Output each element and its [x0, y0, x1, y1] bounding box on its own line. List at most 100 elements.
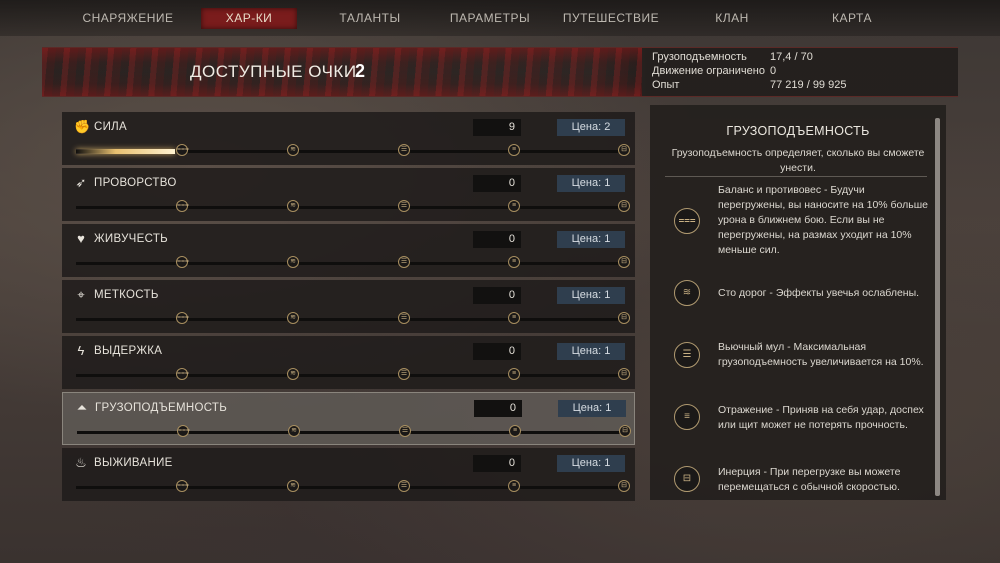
runner-icon: ➶ [75, 175, 87, 190]
attribute-cost-button[interactable]: Цена: 1 [557, 175, 625, 192]
tab-parameters[interactable]: ПАРАМЕТРЫ [440, 8, 540, 29]
top-navigation: СНАРЯЖЕНИЕ ХАР-КИ ТАЛАНТЫ ПАРАМЕТРЫ ПУТЕ… [0, 0, 1000, 36]
attribute-value: 0 [473, 231, 521, 248]
attribute-row-grit[interactable]: ϟ ВЫДЕРЖКА 0 Цена: 1 ⩶ ≋ ☰ ≡ ⊟ [62, 336, 635, 389]
perk-milestone-node[interactable]: ⊟ [618, 144, 630, 156]
perk-milestone-node[interactable]: ≋ [287, 480, 299, 492]
balance-perk-icon: ⩶ [674, 208, 700, 234]
attribute-progress-track [76, 486, 624, 489]
weight-icon: ⏶ [76, 400, 88, 415]
perk-milestone-node[interactable]: ≡ [508, 480, 520, 492]
attribute-name: ЖИВУЧЕСТЬ [94, 233, 169, 245]
tab-talents[interactable]: ТАЛАНТЫ [320, 8, 420, 29]
perk-milestone-node[interactable]: ≡ [509, 425, 521, 437]
tab-clan[interactable]: КЛАН [690, 8, 774, 29]
attribute-name: ПРОВОРСТВО [94, 177, 177, 189]
attribute-progress-track [76, 262, 624, 265]
attribute-row-survival[interactable]: ♨ ВЫЖИВАНИЕ 0 Цена: 1 ⩶ ≋ ☰ ≡ ⊟ [62, 448, 635, 501]
attribute-row-encumbrance[interactable]: ⏶ ГРУЗОПОДЪЕМНОСТЬ 0 Цена: 1 ⩶ ≋ ☰ ≡ ⊟ [62, 392, 635, 445]
perk-milestone-node[interactable]: ☰ [399, 425, 411, 437]
experience-label: Опыт [652, 79, 680, 91]
tab-journey[interactable]: ПУТЕШЕСТВИЕ [558, 8, 664, 29]
perk-milestone-node[interactable]: ⊟ [618, 312, 630, 324]
perk-milestone-node[interactable]: ≋ [288, 425, 300, 437]
campfire-icon: ♨ [75, 455, 87, 470]
attribute-progress-track [77, 431, 625, 434]
crosshair-icon: ⌖ [77, 287, 85, 302]
perk-milestone-node[interactable]: ⊟ [619, 425, 631, 437]
perk-milestone-node[interactable]: ⊟ [618, 368, 630, 380]
attribute-progress-track [76, 206, 624, 209]
details-divider [665, 176, 927, 177]
attribute-cost-button[interactable]: Цена: 1 [558, 400, 626, 417]
perk-milestone-node[interactable]: ⩶ [176, 480, 189, 492]
available-points-value: 2 [355, 61, 366, 81]
attribute-cost-button[interactable]: Цена: 1 [557, 287, 625, 304]
mule-perk-icon: ☰ [674, 342, 700, 368]
perk-milestone-node[interactable]: ⩶ [176, 312, 189, 324]
details-scrollbar[interactable] [935, 118, 940, 496]
attribute-row-vitality[interactable]: ♥ ЖИВУЧЕСТЬ 0 Цена: 1 ⩶ ≋ ☰ ≡ ⊟ [62, 224, 635, 277]
perk-milestone-node[interactable]: ⊟ [618, 480, 630, 492]
perk-milestone-node[interactable]: ≡ [508, 256, 520, 268]
perk-milestone-node[interactable]: ⩶ [176, 256, 189, 268]
attribute-name: МЕТКОСТЬ [94, 289, 159, 301]
perk-milestone-node[interactable]: ⩶ [177, 425, 190, 437]
perk-milestone-node[interactable]: ☰ [398, 256, 410, 268]
attribute-value: 9 [473, 119, 521, 136]
perk-milestone-node[interactable]: ☰ [398, 368, 410, 380]
attribute-progress-fill [76, 149, 175, 154]
tab-equipment[interactable]: СНАРЯЖЕНИЕ [72, 8, 184, 29]
movement-restricted-label: Движение ограничено [652, 65, 765, 77]
perk-text: Отражение - Приняв на себя удар, доспех … [718, 404, 924, 431]
attribute-row-strength[interactable]: ✊ СИЛА 9 Цена: 2 ⩶ ≋ ☰ ≡ ⊟ [62, 112, 635, 165]
perk-milestone-node[interactable]: ⩶ [176, 200, 189, 212]
carry-weight-value: 17,4 / 70 [770, 51, 813, 63]
carry-weight-label: Грузоподъемность [652, 51, 747, 63]
perk-milestone-node[interactable]: ☰ [398, 480, 410, 492]
perk-text: Сто дорог - Эффекты увечья ослаблены. [718, 287, 920, 299]
perk-milestone-node[interactable]: ⩶ [176, 144, 189, 156]
perk-milestone-node[interactable]: ☰ [398, 144, 410, 156]
perk-milestone-node[interactable]: ≡ [508, 368, 520, 380]
perk-milestone-node[interactable]: ≋ [287, 144, 299, 156]
perk-milestone-node[interactable]: ≡ [508, 312, 520, 324]
attribute-value: 0 [474, 400, 522, 417]
perk-milestone-node[interactable]: ⊟ [618, 200, 630, 212]
available-points-label: ДОСТУПНЫЕ ОЧКИ [190, 62, 357, 81]
perk-milestone-node[interactable]: ≡ [508, 144, 520, 156]
heart-icon: ♥ [77, 231, 85, 246]
tab-map[interactable]: КАРТА [810, 8, 894, 29]
perk-milestone-node[interactable]: ☰ [398, 200, 410, 212]
attributes-panel: ✊ СИЛА 9 Цена: 2 ⩶ ≋ ☰ ≡ ⊟ ➶ ПРОВОРСТВО 0 Це… [62, 112, 635, 501]
attribute-progress-track [76, 318, 624, 321]
perk-milestone-node[interactable]: ⊟ [618, 256, 630, 268]
perk-milestone-node[interactable]: ≋ [287, 200, 299, 212]
deflect-perk-icon: ≡ [674, 404, 700, 430]
attribute-cost-button[interactable]: Цена: 2 [557, 119, 625, 136]
attribute-name: ВЫЖИВАНИЕ [94, 457, 173, 469]
perk-milestone-node[interactable]: ≋ [287, 368, 299, 380]
details-description: Грузоподъемность определяет, сколько вы … [671, 147, 925, 174]
attribute-row-agility[interactable]: ➶ ПРОВОРСТВО 0 Цена: 1 ⩶ ≋ ☰ ≡ ⊟ [62, 168, 635, 221]
perk-text: Баланс и противовес - Будучи перегружены… [718, 184, 929, 256]
attribute-value: 0 [473, 287, 521, 304]
attribute-cost-button[interactable]: Цена: 1 [557, 231, 625, 248]
inertia-perk-icon: ⊟ [674, 466, 700, 492]
perk-milestone-node[interactable]: ≋ [287, 256, 299, 268]
attribute-cost-button[interactable]: Цена: 1 [557, 455, 625, 472]
attribute-value: 0 [473, 343, 521, 360]
attribute-progress-track [76, 374, 624, 377]
tab-attributes[interactable]: ХАР-КИ [201, 8, 297, 29]
attribute-cost-button[interactable]: Цена: 1 [557, 343, 625, 360]
perk-milestone-node[interactable]: ⩶ [176, 368, 189, 380]
perk-milestone-node[interactable]: ≡ [508, 200, 520, 212]
lightning-icon: ϟ [77, 343, 85, 358]
perk-milestone-node[interactable]: ≋ [287, 312, 299, 324]
fist-icon: ✊ [74, 119, 91, 134]
attribute-value: 0 [473, 455, 521, 472]
perk-milestone-node[interactable]: ☰ [398, 312, 410, 324]
attribute-row-accuracy[interactable]: ⌖ МЕТКОСТЬ 0 Цена: 1 ⩶ ≋ ☰ ≡ ⊟ [62, 280, 635, 333]
experience-value: 77 219 / 99 925 [770, 79, 847, 91]
attribute-name: ВЫДЕРЖКА [94, 345, 163, 357]
